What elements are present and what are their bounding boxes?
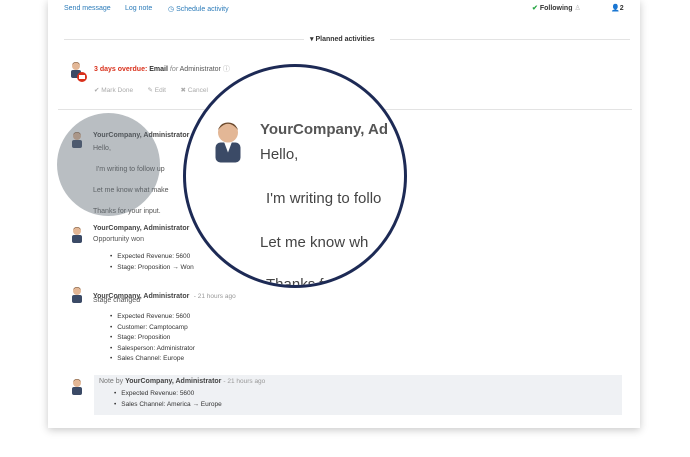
followers-count: 2 [619, 5, 624, 12]
note-header: Note by YourCompany, Administrator - 21 … [99, 378, 266, 385]
avatar [72, 379, 82, 395]
message-subtitle: Stage changed [93, 297, 141, 304]
tracking-list: Expected Revenue: 5600 Sales Channel: Am… [114, 389, 222, 411]
tracking-list: Expected Revenue: 5600 Stage: Propositio… [110, 252, 194, 274]
overdue-label: 3 days overdue: [94, 66, 148, 73]
zoomed-line: Thanks f [266, 276, 324, 288]
edit-label: Edit [154, 87, 166, 94]
activity-summary: 3 days overdue: Email for Administrator … [94, 64, 230, 74]
tracking-item: Expected Revenue: 5600 [110, 312, 195, 323]
activity-assignee: Administrator [179, 66, 221, 73]
divider-left [64, 39, 304, 40]
magnifier-circle: YourCompany, Ad Hello, I'm writing to fo… [183, 64, 407, 288]
cancel-button[interactable]: ✖ Cancel [180, 87, 208, 94]
divider-right [390, 39, 630, 40]
planned-activities-toggle[interactable]: ▾ Planned activities [310, 35, 375, 43]
mark-done-button[interactable]: ✔ Mark Done [94, 87, 133, 94]
tracking-item: Stage: Proposition [110, 333, 195, 344]
following-label: Following [539, 5, 573, 12]
followers-button[interactable]: 👤2 [611, 4, 624, 12]
email-activity-icon [77, 72, 87, 82]
following-button[interactable]: ✔ Following ♙ [532, 4, 581, 12]
bell-icon: ♙ [574, 5, 581, 12]
avatar-zoomed [215, 122, 241, 163]
message-author: YourCompany, Administrator [93, 225, 190, 232]
info-icon[interactable]: ⓘ [223, 66, 230, 73]
tracking-item: Expected Revenue: 5600 [114, 389, 222, 400]
note-prefix: Note by [99, 378, 124, 385]
schedule-activity-label: Schedule activity [176, 6, 229, 13]
log-note-button[interactable]: Log note [125, 5, 152, 12]
mark-done-label: Mark Done [101, 87, 134, 94]
activity-for: for [169, 66, 179, 73]
internal-note: Note by YourCompany, Administrator - 21 … [94, 375, 622, 415]
tracking-list: Expected Revenue: 5600 Customer: Camptoc… [110, 312, 195, 365]
send-message-button[interactable]: Send message [64, 5, 111, 12]
cancel-label: Cancel [187, 87, 208, 94]
tracking-item: Sales Channel: Europe [110, 354, 195, 365]
tracking-item: Salesperson: Administrator [110, 344, 195, 355]
message-time: 21 hours ago [197, 293, 236, 300]
avatar [72, 287, 82, 303]
check-icon: ✔ [532, 5, 538, 12]
zoomed-author: YourCompany, Ad [260, 121, 389, 138]
tracking-item: Customer: Camptocamp [110, 323, 195, 334]
zoomed-line: I'm writing to follo [266, 190, 382, 207]
message-subtitle: Opportunity won [93, 236, 144, 243]
caret-down-icon: ▾ [310, 36, 314, 43]
message-author: YourCompany, Administrator [125, 378, 222, 385]
tracking-item: Expected Revenue: 5600 [110, 252, 194, 263]
chatter-topbar: Send message Log note ◷ Schedule activit… [48, 0, 640, 20]
activity-type: Email [149, 66, 168, 73]
user-icon: 👤 [611, 5, 620, 12]
tracking-item: Stage: Proposition → Won [110, 263, 193, 274]
avatar [72, 227, 82, 243]
planned-activities-title: Planned activities [315, 36, 375, 43]
activity-actions: ✔ Mark Done ✎ Edit ✖ Cancel [94, 79, 218, 97]
tracking-item: Sales Channel: America → Europe [114, 400, 221, 411]
lens-highlight [57, 113, 160, 216]
message-time: 21 hours ago [227, 378, 266, 385]
edit-button[interactable]: ✎ Edit [148, 87, 166, 94]
zoomed-greeting: Hello, [260, 146, 299, 163]
schedule-activity-button[interactable]: ◷ Schedule activity [168, 5, 229, 13]
clock-icon: ◷ [168, 6, 175, 13]
zoomed-line: Let me know wh [260, 234, 369, 251]
